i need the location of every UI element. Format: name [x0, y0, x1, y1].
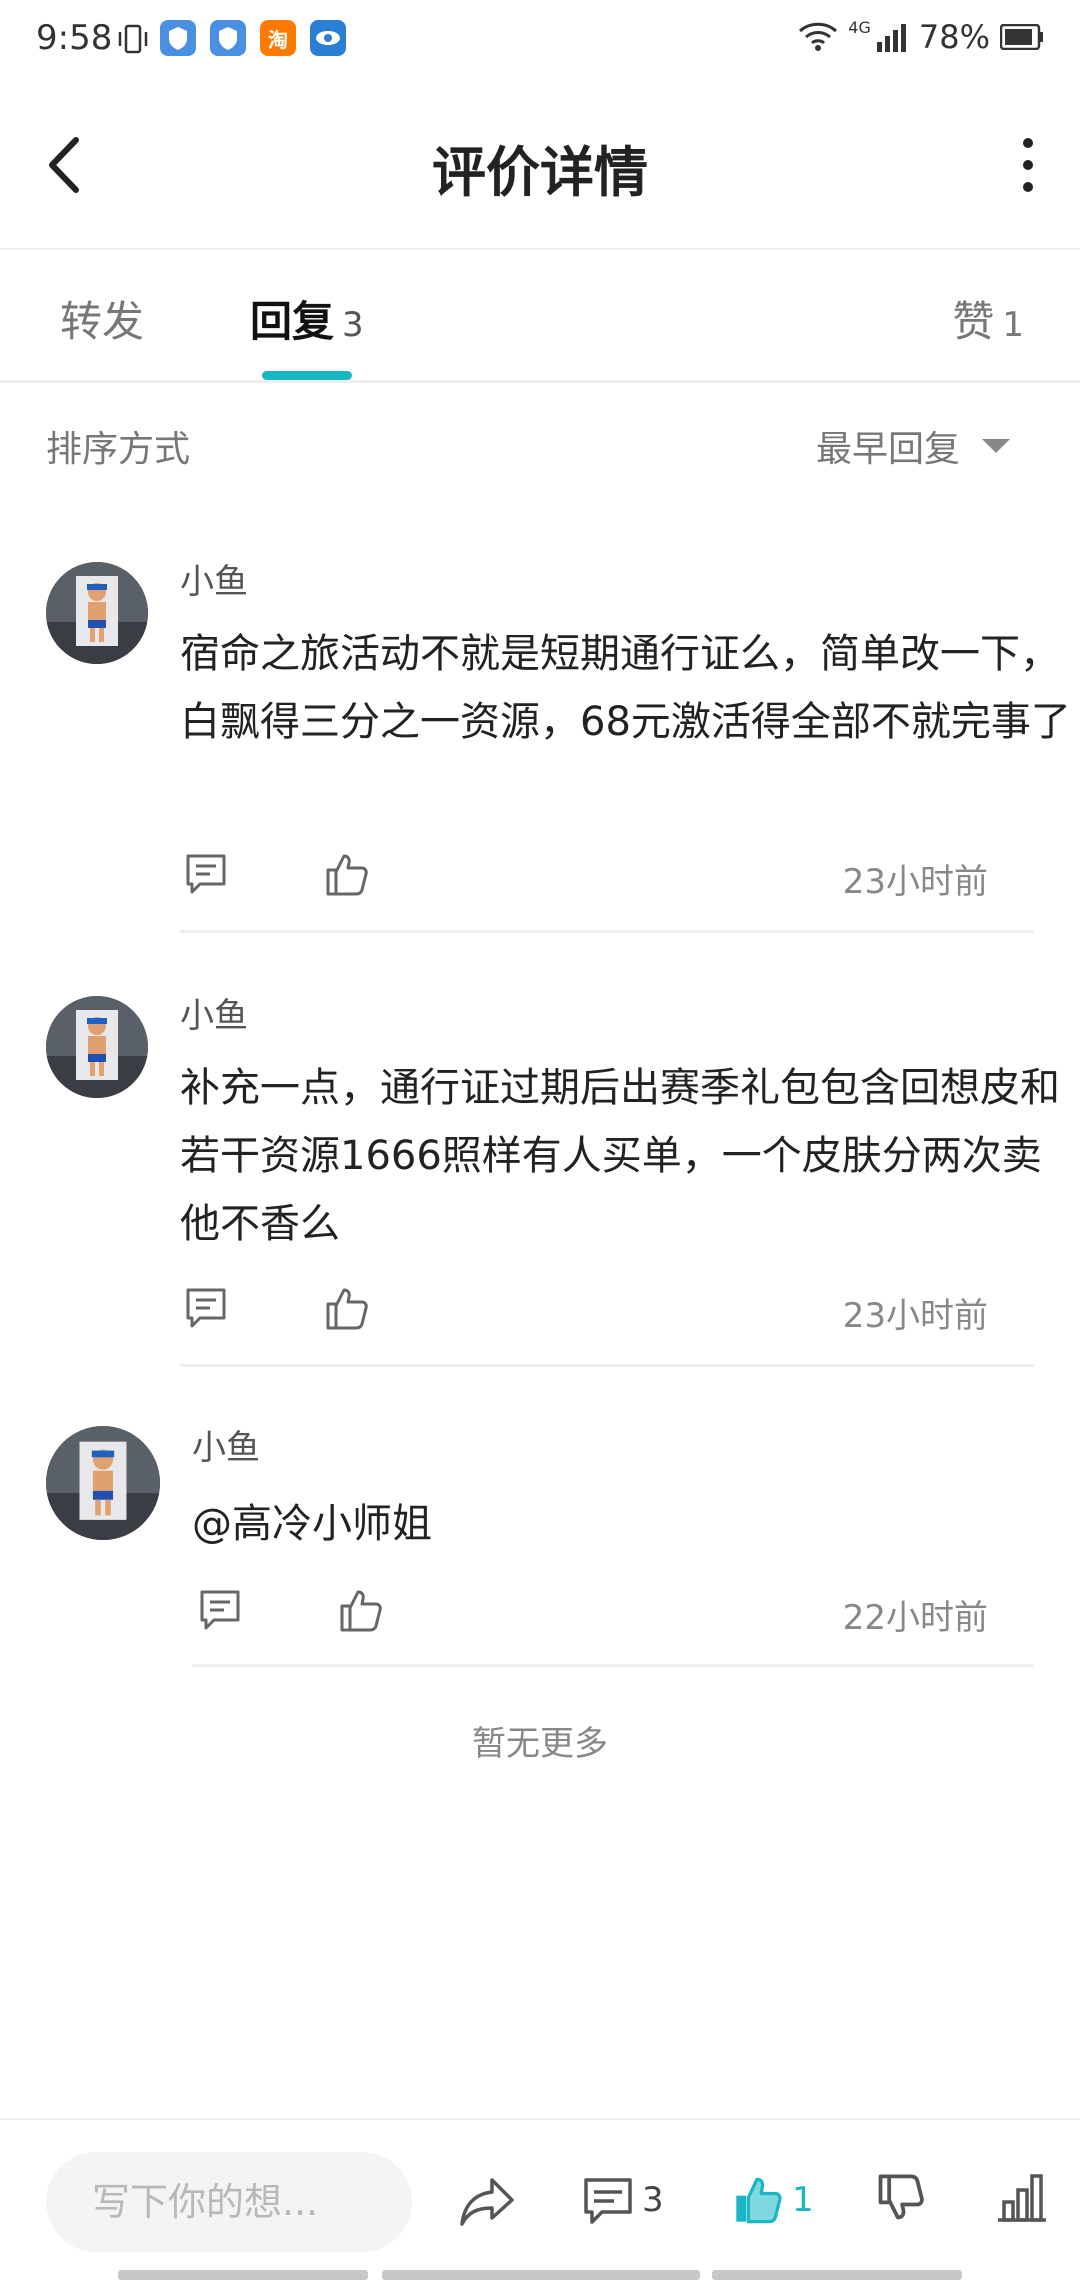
active-tab-indicator: [262, 371, 352, 380]
thumbs-up-icon[interactable]: [336, 1586, 384, 1634]
status-time: 9:58: [36, 18, 113, 58]
shield-app-icon: [160, 20, 196, 56]
signal-icon: [876, 24, 906, 52]
reply-icon[interactable]: [196, 1586, 244, 1634]
status-right: 4G 78%: [798, 18, 1044, 56]
comment-icon: [584, 2178, 632, 2224]
comment-time: 23小时前: [842, 1296, 988, 1336]
tab-replies[interactable]: 回复 3: [250, 288, 364, 349]
comment-divider: [192, 1664, 1034, 1667]
avatar-image: [46, 1426, 160, 1540]
avatar[interactable]: [46, 1426, 160, 1540]
bottom-action-bar: 3 1: [0, 2118, 1080, 2282]
avatar[interactable]: [46, 996, 148, 1098]
thumbs-up-icon[interactable]: [322, 1284, 370, 1332]
avatar-image: [46, 996, 148, 1098]
reply-input[interactable]: [46, 2152, 412, 2252]
thumbs-up-filled-icon: [736, 2177, 782, 2224]
more-options-button[interactable]: [1016, 138, 1040, 192]
comment-text: 宿命之旅活动不就是短期通行证么，简单改一下，白飘得三分之一资源，68元激活得全部…: [180, 631, 1071, 745]
page-title: 评价详情: [432, 141, 648, 204]
share-icon[interactable]: [458, 2172, 516, 2230]
shield-app-icon-2: [210, 20, 246, 56]
comment-username[interactable]: 小鱼: [192, 1420, 260, 1469]
tab-replies-count: 3: [342, 305, 364, 345]
battery-percent: 78%: [918, 18, 990, 56]
comment-divider: [180, 930, 1034, 933]
comment-username[interactable]: 小鱼: [180, 554, 248, 603]
like-button[interactable]: 1: [732, 2174, 814, 2226]
tab-forward[interactable]: 转发: [60, 288, 144, 349]
battery-icon: [1000, 24, 1043, 50]
nav-indicator: [382, 2270, 700, 2280]
vibrate-icon: [118, 24, 148, 54]
thumbs-up-icon[interactable]: [322, 850, 370, 898]
tab-likes[interactable]: 赞1: [952, 288, 1024, 349]
comment-count: 3: [642, 2180, 664, 2220]
comment-time: 22小时前: [842, 1598, 988, 1638]
stats-icon[interactable]: [996, 2172, 1048, 2224]
eye-app-icon: [310, 20, 346, 56]
nav-indicator: [712, 2270, 962, 2280]
comment-count-button[interactable]: 3: [582, 2174, 664, 2226]
tab-bar: 转发 回复 3 赞1: [0, 250, 1080, 383]
sort-value: 最早回复: [815, 429, 960, 470]
nav-indicator: [118, 2270, 368, 2280]
tab-likes-count: 1: [1002, 305, 1024, 345]
sort-dropdown[interactable]: 最早回复: [816, 420, 1010, 472]
comment-divider: [180, 1364, 1034, 1367]
avatar[interactable]: [46, 562, 148, 664]
network-type: 4G: [848, 18, 871, 37]
no-more-text: 暂无更多: [472, 1724, 608, 1764]
comment-time: 23小时前: [842, 862, 988, 902]
tab-forward-label: 转发: [60, 297, 145, 346]
like-count: 1: [792, 2180, 814, 2220]
tab-replies-label: 回复: [250, 297, 335, 346]
taobao-app-icon: 淘: [260, 20, 296, 56]
comment-text: 补充一点，通行证过期后出赛季礼包包含回想皮和若干资源1666照样有人买单，一个皮…: [180, 1065, 1060, 1247]
top-bar: 评价详情: [0, 80, 1080, 250]
thumbs-down-icon[interactable]: [874, 2172, 926, 2224]
tab-likes-label: 赞: [952, 297, 995, 346]
comment-text: @高冷小师姐: [192, 1501, 432, 1547]
reply-icon[interactable]: [182, 850, 230, 898]
chevron-down-icon: [982, 439, 1010, 453]
wifi-icon: [799, 22, 838, 51]
status-bar: 9:58 淘 4G 78%: [0, 0, 1080, 80]
avatar-image: [46, 562, 148, 664]
sort-label: 排序方式: [46, 429, 191, 470]
reply-icon[interactable]: [182, 1284, 230, 1332]
comment-username[interactable]: 小鱼: [180, 988, 248, 1037]
